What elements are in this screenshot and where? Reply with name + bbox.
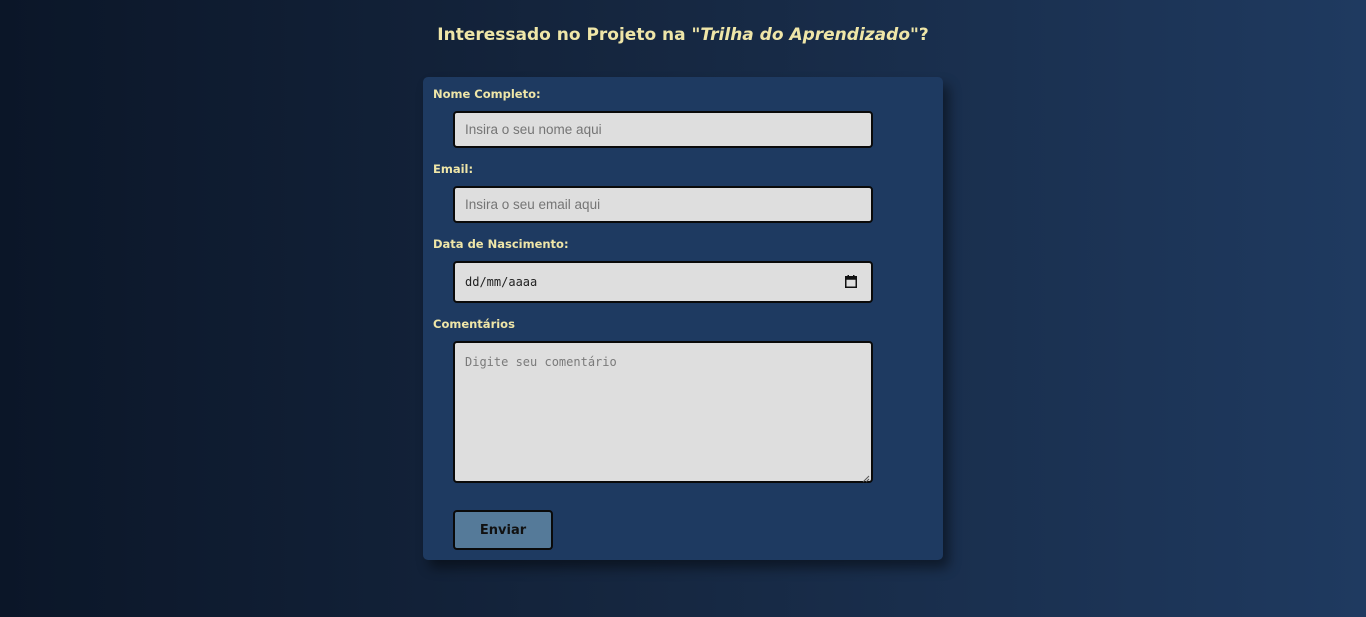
page-title: Interessado no Projeto na "Trilha do Apr… (0, 25, 1366, 45)
name-input-placeholder: Insira o seu nome aqui (465, 122, 602, 137)
submit-button[interactable]: Enviar (453, 510, 553, 550)
comments-textarea[interactable]: Digite seu comentário (453, 341, 873, 483)
name-input[interactable]: Insira o seu nome aqui (453, 111, 873, 148)
email-label: Email: (433, 162, 474, 176)
page-title-emphasis: Trilha do Aprendizado (700, 25, 910, 45)
page-title-suffix: "? (910, 25, 929, 45)
name-label: Nome Completo: (433, 87, 541, 101)
birthdate-input[interactable]: dd/mm/aaaa (453, 261, 873, 303)
page-title-prefix: Interessado no Projeto na " (437, 25, 701, 45)
submit-button-label: Enviar (479, 522, 527, 538)
comments-textarea-placeholder: Digite seu comentário (465, 355, 617, 369)
email-input[interactable]: Insira o seu email aqui (453, 186, 873, 223)
resize-grip-icon[interactable] (862, 472, 870, 483)
birthdate-label: Data de Nascimento: (433, 237, 569, 251)
email-input-placeholder: Insira o seu email aqui (465, 197, 601, 212)
contact-form: Nome Completo: Insira o seu nome aqui Em… (423, 77, 943, 560)
birthdate-input-placeholder: dd/mm/aaaa (465, 275, 538, 289)
calendar-icon[interactable] (845, 275, 857, 288)
comments-label: Comentários (433, 317, 515, 331)
